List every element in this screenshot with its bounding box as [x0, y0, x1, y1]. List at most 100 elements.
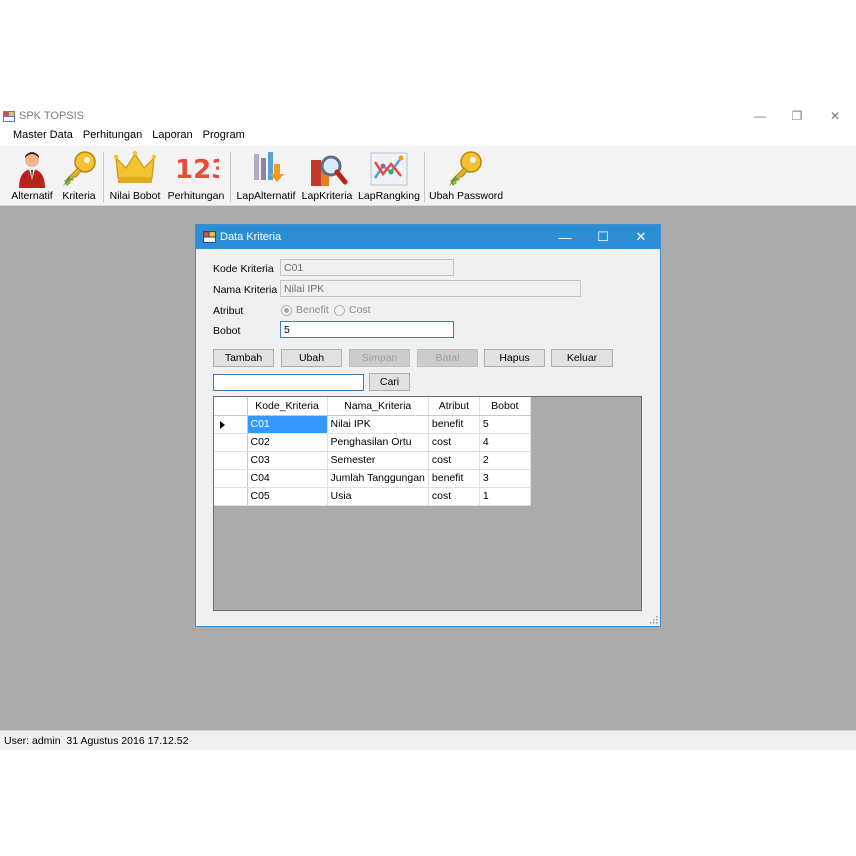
table-cell[interactable]: Nilai IPK [326, 414, 429, 434]
key-icon [63, 151, 96, 186]
atribut-cost-label: Cost [349, 304, 371, 316]
kode-kriteria-label: Kode Kriteria [213, 263, 274, 275]
dialog-title-bar[interactable]: Data Kriteria — ☐ ✕ [196, 225, 660, 249]
ubah-button[interactable]: Ubah [281, 349, 342, 367]
toolbar: Alternatif Kriteria Nilai Bobot 12 Perhi… [0, 146, 856, 206]
nama-kriteria-label: Nama Kriteria [213, 284, 278, 296]
toolbar-ubah-password-button[interactable]: Ubah Password [429, 148, 504, 204]
toolbar-lapkriteria-label: LapKriteria [301, 190, 353, 202]
table-cell[interactable]: Usia [326, 486, 429, 506]
kode-kriteria-field[interactable] [280, 259, 454, 276]
table-cell[interactable]: benefit [427, 468, 480, 488]
toolbar-ubah-password-label: Ubah Password [429, 190, 504, 202]
toolbar-separator [230, 152, 231, 202]
batal-button[interactable]: Batal [417, 349, 478, 367]
line-chart-icon [370, 152, 408, 186]
restore-button[interactable]: ❐ [779, 106, 815, 126]
table-row[interactable]: C03 Semester cost 2 [214, 450, 531, 470]
minimize-button[interactable]: — [742, 106, 778, 126]
table-cell[interactable]: 5 [478, 414, 531, 434]
table-cell[interactable]: C04 [246, 468, 328, 488]
current-row-arrow-icon [220, 420, 225, 429]
table-header-row: Kode_Kriteria Nama_Kriteria Atribut Bobo… [214, 397, 531, 416]
book-magnifier-icon [311, 155, 348, 186]
app-icon [3, 111, 15, 122]
toolbar-kriteria-button[interactable]: Kriteria [58, 148, 100, 204]
menu-master-data[interactable]: Master Data [8, 126, 78, 146]
table-cell[interactable]: 4 [478, 432, 531, 452]
keluar-button[interactable]: Keluar [551, 349, 613, 367]
toolbar-perhitungan-button[interactable]: 123 Perhitungan [167, 148, 225, 204]
toolbar-nilai-bobot-label: Nilai Bobot [109, 190, 161, 202]
bobot-field[interactable] [280, 321, 454, 338]
menu-laporan[interactable]: Laporan [147, 126, 197, 146]
table-row[interactable]: C02 Penghasilan Ortu cost 4 [214, 432, 531, 452]
toolbar-laprangking-button[interactable]: LapRangking [357, 148, 421, 204]
atribut-cost-radio[interactable]: Cost [334, 304, 371, 316]
row-header[interactable] [214, 414, 248, 434]
table-cell[interactable]: Jumlah Tanggungan [326, 468, 429, 488]
menu-program[interactable]: Program [198, 126, 250, 146]
search-input[interactable] [213, 374, 364, 391]
kriteria-data-grid[interactable]: Kode_Kriteria Nama_Kriteria Atribut Bobo… [213, 396, 642, 611]
table-cell[interactable]: C05 [246, 486, 328, 506]
crown-icon [114, 150, 156, 183]
status-text: User: admin 31 Agustus 2016 17.12.52 [4, 735, 189, 747]
title-bar: SPK TOPSIS — ❐ ✕ [0, 106, 856, 126]
table-row[interactable]: C04 Jumlah Tanggungan benefit 3 [214, 468, 531, 488]
table-cell[interactable]: C03 [246, 450, 328, 470]
bobot-label: Bobot [213, 325, 241, 337]
column-header-atribut[interactable]: Atribut [428, 397, 480, 416]
status-bar: User: admin 31 Agustus 2016 17.12.52 [0, 730, 856, 750]
table-cell[interactable]: 3 [478, 468, 531, 488]
nama-kriteria-field[interactable] [280, 280, 581, 297]
column-header-bobot[interactable]: Bobot [479, 397, 531, 416]
table-cell[interactable]: Semester [326, 450, 429, 470]
toolbar-lapalternatif-button[interactable]: LapAlternatif [235, 148, 297, 204]
column-header-nama[interactable]: Nama_Kriteria [327, 397, 429, 416]
data-kriteria-dialog: Data Kriteria — ☐ ✕ Kode Kriteria Nama K… [195, 224, 661, 627]
table-row[interactable]: C01 Nilai IPK benefit 5 [214, 414, 531, 434]
cari-button[interactable]: Cari [369, 373, 410, 391]
table-cell[interactable]: 1 [478, 486, 531, 506]
table-cell[interactable]: 2 [478, 450, 531, 470]
radio-selected-indicator [281, 304, 292, 316]
toolbar-separator [424, 152, 425, 202]
table-cell[interactable]: benefit [427, 414, 480, 434]
table-cell[interactable]: cost [427, 432, 480, 452]
menu-perhitungan[interactable]: Perhitungan [78, 126, 147, 146]
tambah-button[interactable]: Tambah [213, 349, 274, 367]
dialog-title: Data Kriteria [220, 231, 282, 243]
toolbar-lapalternatif-label: LapAlternatif [236, 190, 296, 202]
app-title: SPK TOPSIS [19, 110, 85, 122]
dialog-close-button[interactable]: ✕ [623, 225, 659, 249]
toolbar-alternatif-button[interactable]: Alternatif [8, 148, 56, 204]
resize-grip-icon[interactable] [650, 616, 658, 624]
toolbar-nilai-bobot-button[interactable]: Nilai Bobot [108, 148, 162, 204]
atribut-benefit-radio[interactable]: Benefit [281, 304, 329, 316]
toolbar-kriteria-label: Kriteria [62, 190, 96, 202]
row-header[interactable] [214, 486, 248, 506]
column-header-kode[interactable]: Kode_Kriteria [247, 397, 328, 416]
dialog-maximize-button[interactable]: ☐ [585, 225, 621, 249]
table-cell[interactable]: cost [427, 486, 480, 506]
hapus-button[interactable]: Hapus [484, 349, 545, 367]
simpan-button[interactable]: Simpan [349, 349, 410, 367]
table-row[interactable]: C05 Usia cost 1 [214, 486, 531, 506]
table-cell[interactable]: cost [427, 450, 480, 470]
numbers-123-icon: 123 [175, 155, 219, 184]
row-header[interactable] [214, 468, 248, 488]
table-cell[interactable]: C01 [246, 414, 328, 434]
key-icon [449, 151, 482, 186]
close-button[interactable]: ✕ [817, 106, 853, 126]
menu-bar: Master Data Perhitungan Laporan Program [0, 126, 856, 146]
table-cell[interactable]: C02 [246, 432, 328, 452]
kriteria-table: Kode_Kriteria Nama_Kriteria Atribut Bobo… [214, 397, 531, 506]
row-header[interactable] [214, 450, 248, 470]
table-cell[interactable]: Penghasilan Ortu [326, 432, 429, 452]
toolbar-lapkriteria-button[interactable]: LapKriteria [300, 148, 354, 204]
dialog-minimize-button[interactable]: — [547, 225, 583, 249]
app-icon [203, 231, 216, 243]
svg-text:123: 123 [175, 155, 219, 184]
row-header[interactable] [214, 432, 248, 452]
